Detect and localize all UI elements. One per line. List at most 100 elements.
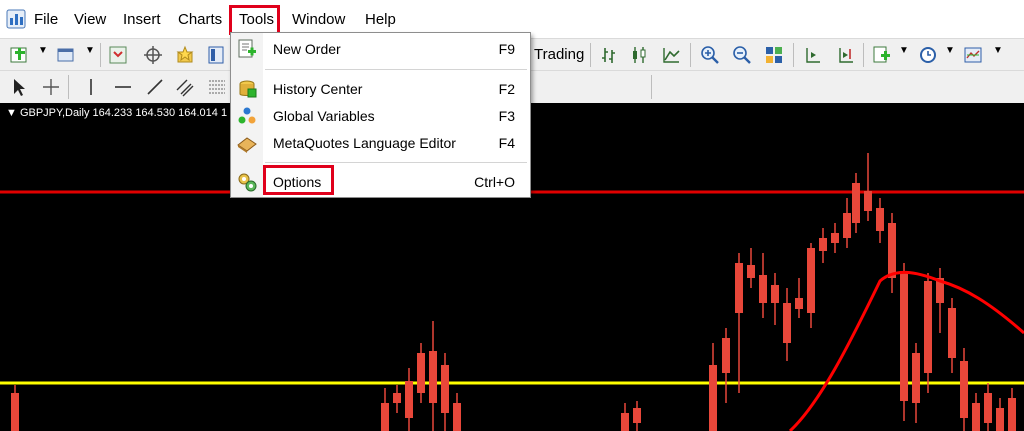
history-center-icon bbox=[239, 80, 257, 98]
zoom-in-icon[interactable] bbox=[699, 44, 721, 66]
bearish-candle bbox=[960, 361, 968, 418]
bearish-candle bbox=[405, 381, 413, 418]
menu-insert[interactable]: Insert bbox=[123, 11, 161, 29]
vertical-line-icon[interactable] bbox=[80, 76, 102, 98]
fibonacci-icon[interactable] bbox=[206, 76, 228, 98]
toolbar-separator bbox=[590, 43, 591, 67]
options-highlight-box bbox=[263, 165, 334, 195]
toolbar-separator bbox=[863, 43, 864, 67]
cursor-arrow-icon[interactable] bbox=[8, 76, 30, 98]
periods-clock-icon[interactable] bbox=[917, 44, 939, 66]
bearish-candle bbox=[996, 408, 1004, 431]
bearish-candle bbox=[429, 351, 437, 403]
zoom-out-icon[interactable] bbox=[731, 44, 753, 66]
chart-shift-icon[interactable] bbox=[801, 44, 823, 66]
bearish-candle bbox=[771, 285, 779, 303]
tools-highlight-box bbox=[229, 5, 280, 35]
navigator-star-icon[interactable] bbox=[174, 44, 196, 66]
global-variables-icon bbox=[238, 107, 256, 124]
bearish-candle bbox=[747, 265, 755, 278]
menu-separator bbox=[265, 162, 527, 163]
bearish-candle bbox=[807, 248, 815, 313]
bearish-candle bbox=[819, 238, 827, 251]
menu-item-metaquotes-editor[interactable]: MetaQuotes Language Editor F4 bbox=[231, 130, 530, 156]
menu-item-new-order[interactable]: New Order F9 bbox=[231, 36, 530, 62]
toolbar-separator bbox=[793, 43, 794, 67]
chevron-down-icon[interactable]: ▼ bbox=[38, 45, 48, 56]
candlestick-chart-icon[interactable] bbox=[628, 44, 650, 66]
templates-icon[interactable] bbox=[962, 44, 984, 66]
bearish-candle bbox=[417, 353, 425, 393]
chevron-down-icon[interactable]: ▼ bbox=[945, 45, 955, 56]
profiles-icon[interactable] bbox=[55, 44, 77, 66]
menu-separator bbox=[265, 69, 527, 70]
metaeditor-icon bbox=[237, 137, 257, 153]
bearish-candle bbox=[709, 365, 717, 431]
bearish-candle bbox=[972, 403, 980, 431]
menu-item-label: History Center bbox=[273, 81, 363, 97]
bearish-candle bbox=[852, 183, 860, 223]
horizontal-line-icon[interactable] bbox=[112, 76, 134, 98]
autoscroll-icon[interactable] bbox=[834, 44, 856, 66]
bearish-candle bbox=[453, 403, 461, 431]
trendline-icon[interactable] bbox=[144, 76, 166, 98]
bearish-candle bbox=[888, 223, 896, 278]
menu-view[interactable]: View bbox=[74, 11, 106, 29]
bearish-candle bbox=[621, 413, 629, 431]
bearish-candle bbox=[843, 213, 851, 238]
toolbar-separator bbox=[651, 75, 652, 99]
toolbar-separator bbox=[100, 43, 101, 67]
bearish-candle bbox=[900, 273, 908, 401]
bearish-candle bbox=[876, 208, 884, 231]
menu-item-shortcut: F3 bbox=[498, 108, 515, 124]
bearish-candle bbox=[722, 338, 730, 373]
bearish-candle bbox=[11, 393, 19, 431]
menu-item-label: Global Variables bbox=[273, 108, 375, 124]
bearish-candle bbox=[735, 263, 743, 313]
bearish-candle bbox=[381, 403, 389, 431]
new-order-icon bbox=[238, 39, 256, 58]
new-chart-icon[interactable] bbox=[8, 44, 30, 66]
menu-charts[interactable]: Charts bbox=[178, 11, 222, 29]
toolbar-separator bbox=[68, 75, 69, 99]
bearish-candle bbox=[759, 275, 767, 303]
bearish-candle bbox=[831, 233, 839, 243]
menu-item-shortcut: F9 bbox=[498, 41, 515, 57]
chevron-down-icon[interactable]: ▼ bbox=[993, 45, 1003, 56]
menu-item-shortcut: Ctrl+O bbox=[474, 174, 515, 190]
chevron-down-icon[interactable]: ▼ bbox=[85, 45, 95, 56]
line-chart-icon[interactable] bbox=[660, 44, 682, 66]
menu-item-label: MetaQuotes Language Editor bbox=[273, 135, 456, 151]
options-icon bbox=[238, 173, 257, 192]
chevron-down-icon[interactable]: ▼ bbox=[899, 45, 909, 56]
bearish-candle bbox=[984, 393, 992, 423]
terminal-icon[interactable] bbox=[206, 44, 228, 66]
toolbar-separator bbox=[690, 43, 691, 67]
bearish-candle bbox=[795, 298, 803, 309]
bearish-candle bbox=[633, 408, 641, 423]
market-watch-icon[interactable] bbox=[107, 44, 129, 66]
menu-item-global-variables[interactable]: Global Variables F3 bbox=[231, 103, 530, 129]
bearish-candle bbox=[441, 365, 449, 413]
bearish-candle bbox=[864, 191, 872, 211]
menu-item-label: New Order bbox=[273, 41, 341, 57]
menu-help[interactable]: Help bbox=[365, 11, 396, 29]
bearish-candle bbox=[948, 308, 956, 358]
menu-item-shortcut: F2 bbox=[498, 81, 515, 97]
bearish-candle bbox=[912, 353, 920, 403]
menu-item-history-center[interactable]: History Center F2 bbox=[231, 76, 530, 102]
crosshair-icon[interactable] bbox=[40, 76, 62, 98]
bearish-candle bbox=[783, 303, 791, 343]
tile-windows-icon[interactable] bbox=[763, 44, 785, 66]
menu-item-shortcut: F4 bbox=[498, 135, 515, 151]
indicators-icon[interactable] bbox=[871, 44, 893, 66]
menu-file[interactable]: File bbox=[34, 11, 58, 29]
equidistant-channel-icon[interactable] bbox=[174, 76, 196, 98]
bearish-candle bbox=[1008, 398, 1016, 431]
autotrading-label[interactable]: Trading bbox=[534, 46, 584, 63]
bar-chart-icon[interactable] bbox=[598, 44, 620, 66]
crosshair-target-icon[interactable] bbox=[142, 44, 164, 66]
bearish-candle bbox=[393, 393, 401, 403]
menu-window[interactable]: Window bbox=[292, 11, 345, 29]
bearish-candle bbox=[924, 281, 932, 373]
